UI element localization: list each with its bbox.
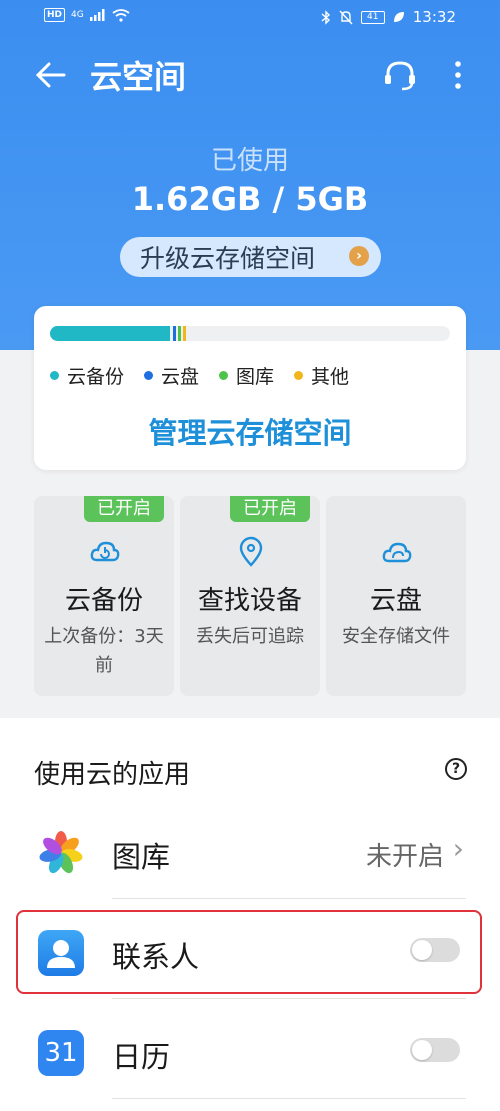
chevron-right-icon: › xyxy=(349,246,369,266)
tile-description: 上次备份：3天前 xyxy=(44,626,164,676)
clock: 13:32 xyxy=(412,8,456,26)
find-device-tile[interactable]: 已开启 查找设备 丢失后可追踪 xyxy=(180,496,320,696)
highlight-box xyxy=(16,910,482,994)
legend-label: 云盘 xyxy=(161,366,200,388)
storage-bar-segment xyxy=(173,326,176,341)
tile-description: 丢失后可追踪 xyxy=(196,626,304,647)
storage-card: 云备份 云盘 图库 其他 管理云存储空间 xyxy=(34,306,466,470)
legend-dot xyxy=(50,371,59,380)
help-icon[interactable]: ? xyxy=(445,758,467,780)
signal-icon xyxy=(89,9,105,21)
bluetooth-icon xyxy=(321,9,330,25)
cloud-backup-icon xyxy=(90,541,120,562)
legend-label: 云备份 xyxy=(67,366,125,388)
cloud-drive-tile[interactable]: 云盘 安全存储文件 xyxy=(326,496,466,696)
gallery-icon xyxy=(39,831,83,874)
legend-item: 图库 xyxy=(219,362,274,389)
app-row-gallery[interactable]: 图库 未开启 › xyxy=(0,800,500,900)
app-row-label: 日历 xyxy=(112,1040,171,1074)
upgrade-storage-label: 升级云存储空间 xyxy=(140,244,316,273)
legend-item: 云盘 xyxy=(144,362,199,389)
status-badge: 已开启 xyxy=(230,496,310,522)
legend-dot xyxy=(294,371,304,380)
divider xyxy=(112,1098,466,1099)
cloud-backup-tile[interactable]: 已开启 云备份 上次备份：3天前 xyxy=(34,496,174,696)
used-label: 已使用 xyxy=(210,146,289,176)
legend-label: 其他 xyxy=(311,366,350,388)
customer-service-icon[interactable] xyxy=(382,58,418,94)
cloud-drive-icon xyxy=(382,542,412,563)
battery-level: 41 xyxy=(360,10,385,24)
page-title: 云空间 xyxy=(90,58,187,96)
cloud-apps-section: 使用云的应用 ? 图库 未开启 › 联系人 31 日历 xyxy=(0,718,500,1111)
status-badge: 已开启 xyxy=(84,496,164,522)
tile-name: 查找设备 xyxy=(197,586,302,616)
legend-dot xyxy=(144,371,154,380)
toggle-knob xyxy=(412,1040,432,1060)
section-title: 使用云的应用 xyxy=(34,760,191,790)
legend-item: 云备份 xyxy=(50,362,124,389)
used-value: 1.62GB / 5GB xyxy=(131,180,369,218)
wifi-icon xyxy=(112,8,130,22)
location-pin-icon xyxy=(239,536,263,567)
tile-description: 安全存储文件 xyxy=(342,626,450,647)
mute-icon xyxy=(339,10,353,24)
legend-dot xyxy=(219,371,229,380)
leaf-icon xyxy=(393,12,404,22)
storage-bar-segment xyxy=(182,326,186,341)
upgrade-storage-button[interactable]: 升级云存储空间 › xyxy=(120,237,381,277)
hd-indicator: HD xyxy=(44,8,66,22)
app-row-calendar[interactable]: 31 日历 xyxy=(0,1000,500,1100)
legend-label: 图库 xyxy=(236,366,275,388)
divider xyxy=(112,998,466,999)
chevron-right-icon: › xyxy=(452,832,464,865)
divider xyxy=(112,898,466,899)
calendar-icon: 31 xyxy=(38,1030,84,1076)
app-row-status: 未开启 xyxy=(365,842,444,872)
storage-usage-bar xyxy=(50,326,450,341)
storage-bar-segment xyxy=(177,326,181,341)
calendar-sync-toggle[interactable] xyxy=(410,1038,460,1062)
more-options-icon[interactable] xyxy=(450,58,466,94)
storage-bar-segment xyxy=(50,326,170,341)
status-bar: HD 4G 41 13:32 xyxy=(0,8,500,30)
storage-legend: 云备份 云盘 图库 其他 xyxy=(50,362,349,389)
legend-item: 其他 xyxy=(294,362,349,389)
tile-name: 云盘 xyxy=(369,586,422,616)
network-type: 4G xyxy=(71,10,84,20)
manage-storage-button[interactable]: 管理云存储空间 xyxy=(34,410,466,452)
app-row-label: 图库 xyxy=(112,840,171,874)
tile-name: 云备份 xyxy=(64,586,143,616)
back-arrow-icon[interactable] xyxy=(34,58,68,92)
